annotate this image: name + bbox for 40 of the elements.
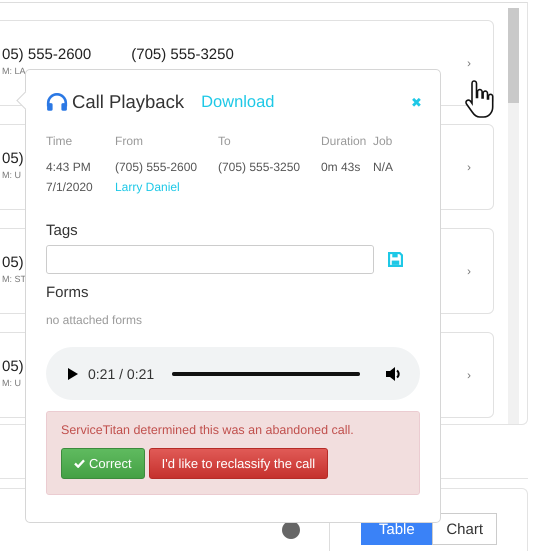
detail-value: 4:43 PM — [46, 159, 92, 176]
headphones-icon — [46, 92, 68, 112]
chevron-icon[interactable]: › — [467, 56, 471, 70]
column-header: Duration — [321, 134, 368, 148]
reclassify-button[interactable]: I'd like to reclassify the call — [148, 448, 328, 479]
call-detail: M: LA — [2, 66, 27, 76]
playback-time: 0:21 / 0:21 — [88, 366, 154, 382]
detail-value: 0m 43s — [321, 159, 362, 176]
dialed-number: (705) 555-3250 — [131, 46, 234, 63]
column-header: Job — [373, 134, 394, 148]
empty-message: no attached forms — [46, 313, 144, 327]
caller-number: 05) 555-2600 — [2, 46, 92, 63]
caller-number: 05) — [2, 254, 24, 271]
play-icon[interactable] — [68, 368, 78, 380]
column-header: To — [218, 134, 232, 148]
view-tab[interactable]: Chart — [432, 513, 497, 545]
check-icon — [74, 459, 85, 468]
column-header: From — [115, 134, 144, 148]
section-label: Tags — [46, 222, 79, 239]
caller-number: 05) — [2, 150, 24, 167]
detail-value: (705) 555-3250 — [218, 159, 302, 176]
detail-value: (705) 555-2600 — [115, 159, 198, 176]
audio-player[interactable]: 0:21 / 0:21 — [46, 347, 420, 400]
call-detail: M: U — [2, 170, 22, 180]
caller-number: 05) — [2, 358, 24, 375]
section-label: Forms — [46, 284, 90, 301]
chevron-icon[interactable]: › — [467, 160, 471, 174]
call-detail: M: ST — [2, 274, 27, 284]
detail-value: 7/1/2020 — [46, 179, 94, 196]
correct-button[interactable]: Correct — [61, 448, 145, 479]
call-detail: M: U — [2, 378, 22, 388]
chevron-icon[interactable]: › — [467, 368, 471, 382]
column-header: Time — [46, 134, 74, 148]
volume-icon[interactable] — [386, 366, 402, 380]
scrollbar[interactable] — [508, 8, 519, 424]
tags-field[interactable] — [46, 245, 374, 274]
alert-message: ServiceTitan determined this was an abandoned call. — [61, 423, 355, 437]
chevron-icon[interactable]: › — [467, 264, 471, 278]
progress-bar[interactable] — [172, 372, 360, 376]
detail-value: N/A — [373, 159, 394, 176]
